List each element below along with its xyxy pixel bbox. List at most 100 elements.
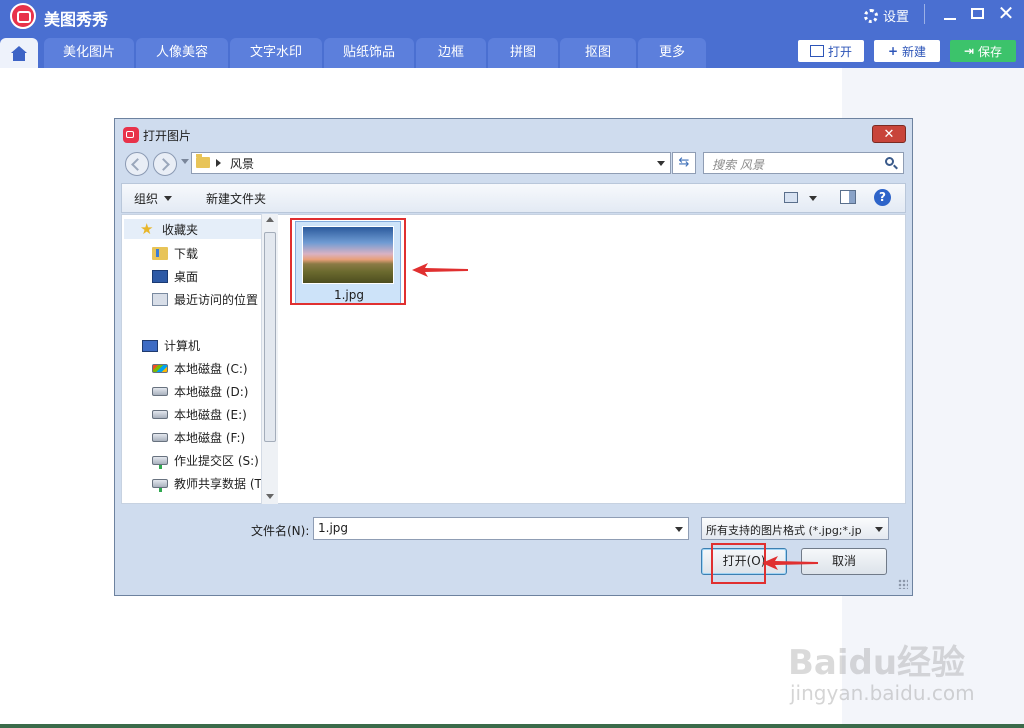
forward-button[interactable] xyxy=(153,152,177,176)
sidebar-item-recent[interactable]: 最近访问的位置 xyxy=(152,291,258,308)
plus-icon: + xyxy=(887,44,899,58)
downloads-folder-icon xyxy=(152,247,168,260)
dialog-app-icon xyxy=(123,127,139,143)
save-label: 保存 xyxy=(978,44,1003,59)
sidebar-computer-label: 计算机 xyxy=(164,339,201,353)
sidebar-item-label: 本地磁盘 (E:) xyxy=(174,408,247,422)
sidebar-item-label: 桌面 xyxy=(174,270,199,284)
file-type-select[interactable]: 所有支持的图片格式 (*.jpg;*.jp xyxy=(701,517,889,540)
scrollbar-thumb[interactable] xyxy=(264,232,276,442)
organize-button[interactable]: 组织 xyxy=(134,190,173,207)
preview-pane-icon[interactable] xyxy=(840,190,856,204)
open-file-label: 打开 xyxy=(827,44,852,59)
new-file-button[interactable]: + 新建 xyxy=(874,40,940,62)
scroll-up-icon[interactable] xyxy=(266,217,274,222)
sidebar-computer[interactable]: 计算机 xyxy=(142,337,200,354)
sidebar-item-drive-s[interactable]: 作业提交区 (S:) xyxy=(152,452,259,469)
tab-beautify[interactable]: 美化图片 xyxy=(44,38,134,68)
sidebar-item-label: 本地磁盘 (D:) xyxy=(174,385,249,399)
close-app-button[interactable]: ✕ xyxy=(995,2,1017,24)
open-file-button[interactable]: 打开 xyxy=(798,40,864,62)
drive-icon xyxy=(152,410,168,419)
drive-icon xyxy=(152,433,168,442)
settings-button[interactable]: 设置 xyxy=(864,6,909,25)
star-icon: ★ xyxy=(140,219,154,238)
view-options-chevron-down-icon[interactable] xyxy=(809,196,817,201)
dialog-title: 打开图片 xyxy=(143,129,192,143)
sidebar-favorites-label: 收藏夹 xyxy=(162,222,199,237)
network-drive-icon xyxy=(152,479,168,492)
search-input[interactable]: 搜索 风景 xyxy=(703,152,904,174)
sidebar-item-label: 教师共享数据 (T: xyxy=(174,477,262,491)
filename-history-chevron-down-icon[interactable] xyxy=(675,527,683,532)
chevron-down-icon xyxy=(164,196,173,201)
drive-icon xyxy=(152,387,168,396)
watermark-url: jingyan.baidu.com xyxy=(790,681,975,705)
network-drive-icon xyxy=(152,456,168,469)
app-title: 美图秀秀 xyxy=(44,10,109,29)
sidebar-item-label: 本地磁盘 (F:) xyxy=(174,431,246,445)
recent-locations-chevron-down-icon[interactable] xyxy=(181,159,189,164)
sidebar-item-label: 下载 xyxy=(174,247,199,261)
resize-grip[interactable] xyxy=(898,579,908,589)
sidebar-item-drive-c[interactable]: 本地磁盘 (C:) xyxy=(152,360,248,377)
scroll-down-icon[interactable] xyxy=(266,494,274,499)
dialog-close-button[interactable]: ✕ xyxy=(872,125,906,143)
open-image-dialog: 打开图片 ✕ 风景 ⇆ 搜索 风景 组织 新建文件夹 ? ★ 收藏夹 下载 桌面… xyxy=(114,118,913,596)
minimize-button[interactable] xyxy=(940,4,960,24)
refresh-button[interactable]: ⇆ xyxy=(672,152,696,174)
recent-places-icon xyxy=(152,293,168,306)
sidebar-item-desktop[interactable]: 桌面 xyxy=(152,268,198,285)
sidebar-item-drive-t[interactable]: 教师共享数据 (T: xyxy=(152,475,262,492)
annotation-arrow-left-icon xyxy=(762,556,818,570)
tab-text-watermark[interactable]: 文字水印 xyxy=(230,38,322,68)
navigation-pane: ★ 收藏夹 下载 桌面 最近访问的位置 计算机 本地磁盘 (C:) 本地磁盘 (… xyxy=(121,214,281,504)
change-view-icon[interactable] xyxy=(784,192,798,203)
nav-scrollbar[interactable] xyxy=(261,214,278,504)
taskbar-strip xyxy=(0,724,1024,728)
tab-more[interactable]: 更多 xyxy=(638,38,706,68)
sidebar-item-drive-e[interactable]: 本地磁盘 (E:) xyxy=(152,406,247,423)
file-type-chevron-down-icon xyxy=(875,527,883,532)
highlight-box-open-button xyxy=(711,543,766,584)
sidebar-item-label: 本地磁盘 (C:) xyxy=(174,362,248,376)
desktop-icon xyxy=(152,270,168,283)
search-placeholder: 搜索 风景 xyxy=(712,158,764,172)
help-icon[interactable]: ? xyxy=(874,189,891,206)
tab-collage[interactable]: 拼图 xyxy=(488,38,558,68)
tab-cutout[interactable]: 抠图 xyxy=(560,38,636,68)
home-tab[interactable] xyxy=(0,38,38,68)
settings-label: 设置 xyxy=(883,10,910,25)
gear-icon xyxy=(864,8,878,23)
sidebar-item-downloads[interactable]: 下载 xyxy=(152,245,198,262)
refresh-icon: ⇆ xyxy=(678,155,690,170)
sidebar-item-label: 最近访问的位置 xyxy=(174,293,259,307)
app-logo-icon xyxy=(10,3,36,29)
computer-icon xyxy=(142,339,158,352)
search-icon[interactable] xyxy=(885,157,894,166)
file-type-value: 所有支持的图片格式 (*.jpg;*.jp xyxy=(706,524,862,537)
back-button[interactable] xyxy=(125,152,149,176)
sidebar-item-label: 作业提交区 (S:) xyxy=(174,454,259,468)
chevron-right-icon[interactable] xyxy=(216,159,221,167)
filename-value: 1.jpg xyxy=(318,521,349,535)
annotation-arrow-left-icon xyxy=(412,263,468,277)
address-path: 风景 xyxy=(230,157,255,171)
address-dropdown-chevron-down-icon[interactable] xyxy=(657,161,665,166)
save-button[interactable]: ⇥ 保存 xyxy=(950,40,1016,62)
new-folder-button[interactable]: 新建文件夹 xyxy=(206,190,266,207)
sidebar-favorites[interactable]: ★ 收藏夹 xyxy=(124,219,264,239)
sidebar-item-drive-d[interactable]: 本地磁盘 (D:) xyxy=(152,383,248,400)
new-file-label: 新建 xyxy=(902,44,927,59)
tab-stickers[interactable]: 贴纸饰品 xyxy=(324,38,414,68)
sidebar-item-drive-f[interactable]: 本地磁盘 (F:) xyxy=(152,429,245,446)
filename-input[interactable]: 1.jpg xyxy=(313,517,689,540)
address-bar[interactable]: 风景 xyxy=(191,152,671,174)
organize-label: 组织 xyxy=(134,192,159,206)
tab-portrait[interactable]: 人像美容 xyxy=(136,38,228,68)
image-icon xyxy=(809,45,824,57)
tab-frames[interactable]: 边框 xyxy=(416,38,486,68)
maximize-button[interactable] xyxy=(968,4,988,24)
app-title-bar: 美图秀秀 设置 ✕ 美化图片 人像美容 文字水印 贴纸饰品 边框 拼图 抠图 更… xyxy=(0,0,1024,68)
folder-icon xyxy=(196,154,210,168)
